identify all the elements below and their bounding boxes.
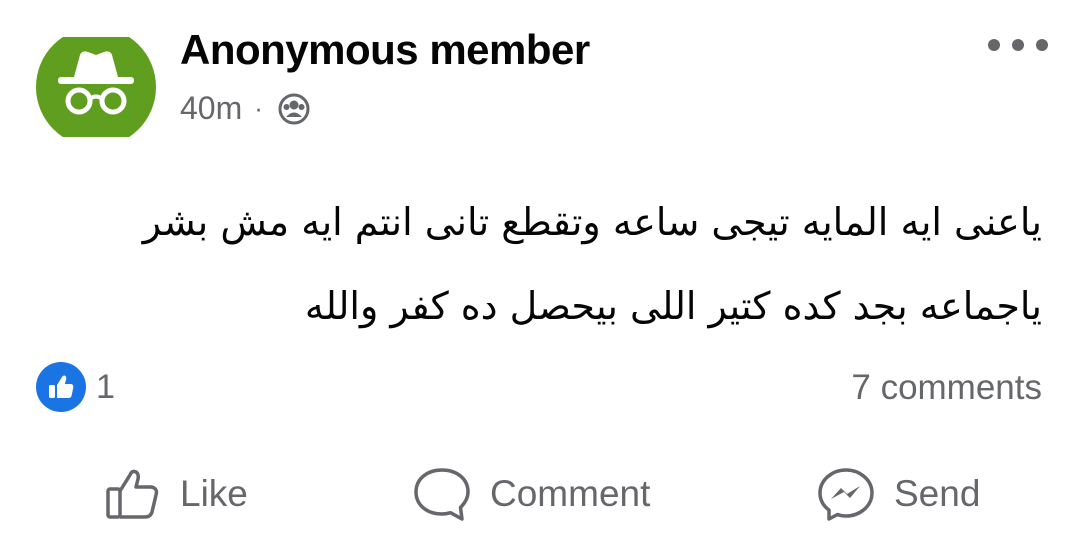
comment-bubble-icon	[414, 468, 470, 521]
comment-button[interactable]: Comment	[412, 465, 650, 523]
post-body: ياعنى ايه المايه تيجى ساعه وتقطع تانى ان…	[60, 180, 1042, 348]
comment-label: Comment	[490, 473, 651, 514]
meta-separator: ·	[254, 93, 263, 123]
incognito-icon	[36, 27, 156, 147]
comments-count-link[interactable]: 7 comments	[851, 368, 1042, 408]
send-button[interactable]: Send	[816, 465, 980, 523]
messenger-icon	[818, 468, 874, 521]
ellipsis-icon	[988, 39, 1048, 51]
post-time[interactable]: 40m	[180, 90, 242, 127]
send-label: Send	[894, 473, 981, 514]
like-label: Like	[180, 473, 248, 514]
post-meta: 40m ·	[180, 90, 311, 127]
like-reaction-badge	[36, 362, 86, 412]
reaction-count: 1	[96, 367, 115, 406]
more-options-button[interactable]	[986, 34, 1050, 56]
author-name[interactable]: Anonymous member	[180, 26, 590, 74]
like-button[interactable]: Like	[104, 465, 248, 523]
post-text-line: ياعنى ايه المايه تيجى ساعه وتقطع تانى ان…	[142, 200, 1042, 244]
anonymous-avatar[interactable]	[36, 27, 156, 147]
reactions-summary[interactable]: 1	[36, 362, 115, 412]
post-text-line: ياجماعه بجد كده كتير اللى بيحصل ده كفر و…	[304, 284, 1042, 328]
thumbs-up-outline-icon	[106, 469, 159, 519]
group-icon[interactable]	[277, 92, 311, 126]
thumbs-up-icon	[49, 375, 74, 398]
action-bar: Like Comment Send	[0, 465, 1080, 545]
